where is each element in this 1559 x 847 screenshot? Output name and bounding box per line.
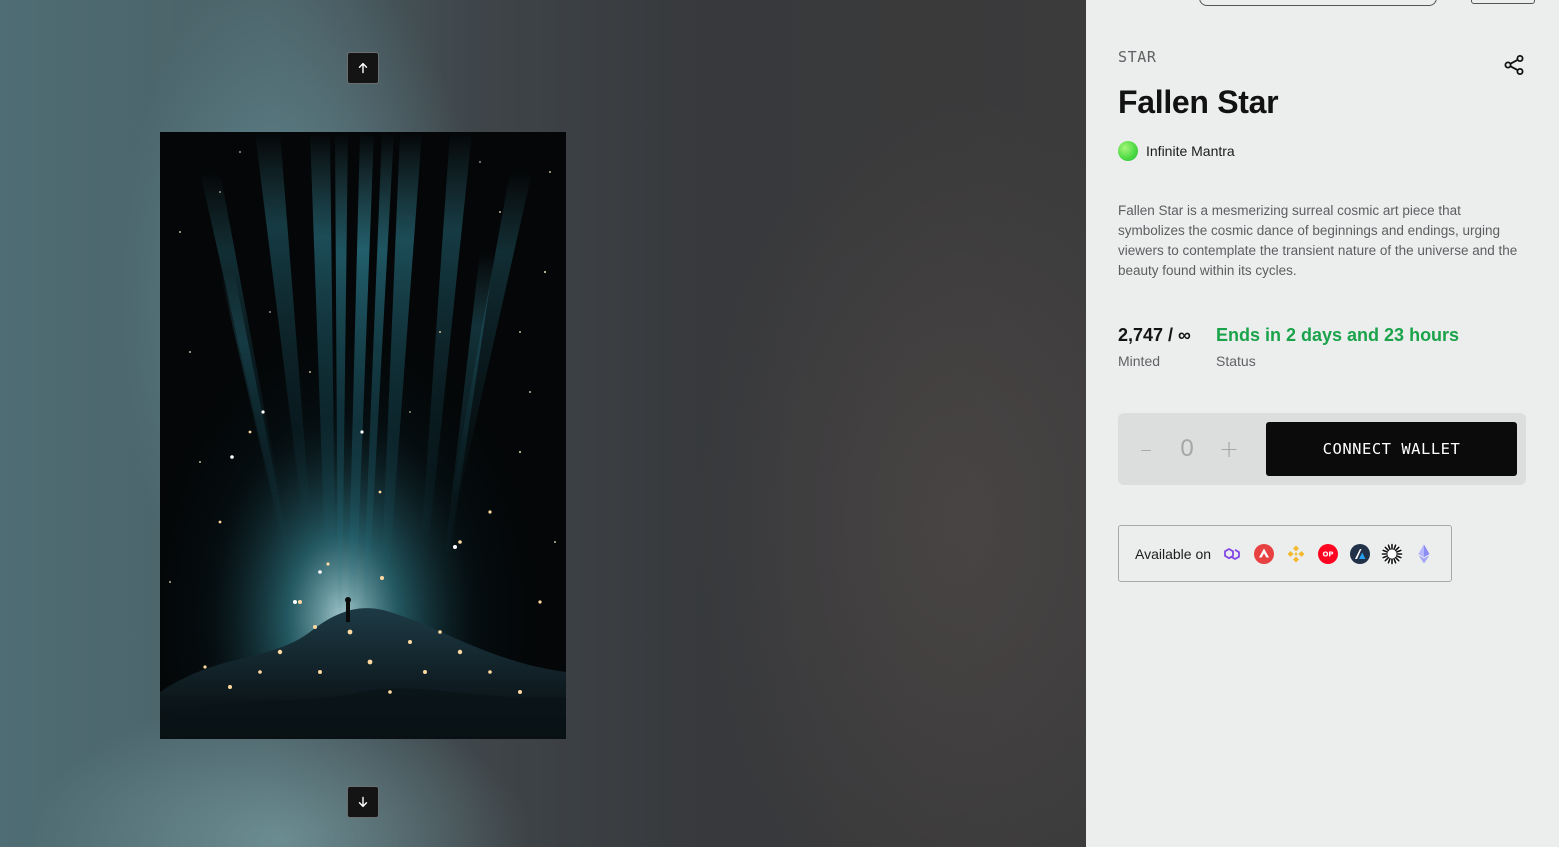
- share-icon[interactable]: [1502, 53, 1526, 77]
- top-nav-button[interactable]: [1471, 0, 1535, 4]
- product-details-panel: STAR Fallen Star Infinite Mantra Fallen …: [1086, 0, 1559, 847]
- minted-stat: 2,747 / ∞ Minted: [1118, 323, 1191, 369]
- avatar: [1118, 141, 1138, 161]
- zora-icon[interactable]: [1381, 543, 1403, 565]
- avalanche-icon[interactable]: [1253, 543, 1275, 565]
- creator-name: Infinite Mantra: [1146, 143, 1235, 159]
- optimism-icon[interactable]: OP: [1317, 543, 1339, 565]
- status-label: Status: [1216, 353, 1256, 369]
- arrow-down-icon: [358, 796, 368, 808]
- next-artwork-button[interactable]: [347, 786, 379, 818]
- arbitrum-icon[interactable]: [1349, 543, 1371, 565]
- connect-wallet-button[interactable]: CONNECT WALLET: [1266, 422, 1517, 476]
- bnb-icon[interactable]: [1285, 543, 1307, 565]
- increase-quantity-button[interactable]: +: [1215, 435, 1243, 463]
- chains-label: Available on: [1135, 545, 1212, 562]
- artwork-gallery: [0, 0, 1086, 847]
- arrow-up-icon: [358, 62, 368, 74]
- collection-category: STAR: [1118, 48, 1157, 66]
- mint-controls: – 0 + CONNECT WALLET: [1118, 413, 1526, 485]
- minted-label: Minted: [1118, 353, 1161, 369]
- creator-link[interactable]: Infinite Mantra: [1118, 141, 1235, 161]
- page-title: Fallen Star: [1118, 84, 1279, 120]
- quantity-stepper[interactable]: 0: [1173, 433, 1201, 465]
- decrease-quantity-button[interactable]: –: [1132, 435, 1160, 463]
- svg-text:OP: OP: [1322, 550, 1333, 558]
- status-badge: Ends in 2 days and 23 hours: [1216, 325, 1460, 345]
- top-nav-field[interactable]: [1199, 0, 1437, 6]
- previous-artwork-button[interactable]: [347, 52, 379, 84]
- artwork-image: [160, 132, 566, 739]
- description-text: Fallen Star is a mesmerizing surreal cos…: [1118, 203, 1518, 278]
- polygon-icon[interactable]: [1221, 543, 1243, 565]
- minted-count: 2,747 / ∞: [1118, 325, 1191, 345]
- status-stat: Ends in 2 days and 23 hours Status: [1216, 323, 1459, 369]
- ethereum-icon[interactable]: [1413, 543, 1435, 565]
- available-chains: Available on OP: [1118, 525, 1452, 582]
